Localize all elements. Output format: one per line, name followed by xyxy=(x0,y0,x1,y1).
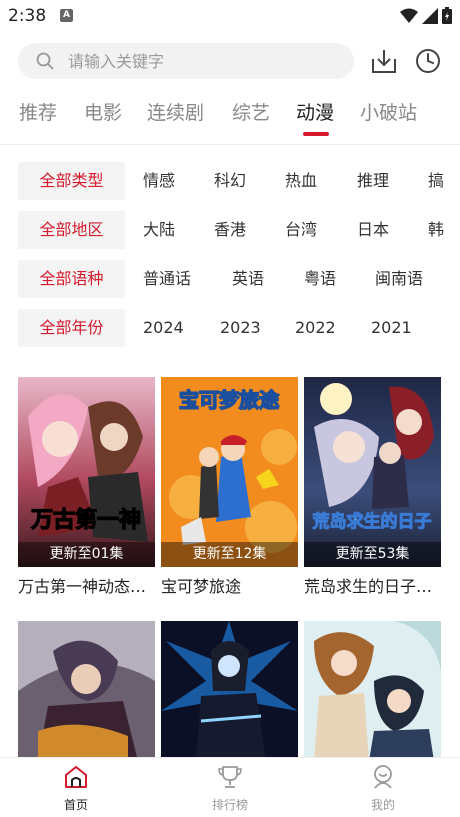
poster-image xyxy=(304,621,441,761)
nav-profile-label: 我的 xyxy=(370,798,395,812)
filter-option[interactable]: 闽南语 xyxy=(375,260,423,298)
filter-option[interactable]: 情感 xyxy=(143,162,175,200)
filter-option[interactable]: 推理 xyxy=(357,162,389,200)
search-icon xyxy=(36,52,54,70)
filter-option[interactable]: 英语 xyxy=(232,260,264,298)
anime-card[interactable]: 万古第一神 更新至01集 万古第一神动态… xyxy=(18,377,155,597)
filter-region-all[interactable]: 全部地区 xyxy=(18,211,125,249)
filter-type-all[interactable]: 全部类型 xyxy=(18,162,125,200)
filter-option[interactable]: 粤语 xyxy=(304,260,336,298)
tab-recommend[interactable]: 推荐 xyxy=(19,98,57,125)
app-notification-icon: A xyxy=(60,9,73,22)
battery-icon xyxy=(442,7,452,24)
filter-option[interactable]: 韩 xyxy=(428,211,444,249)
filter-row-year: 全部年份 2024 2023 2022 2021 xyxy=(0,309,460,347)
poster-title-text: 宝可梦旅途 xyxy=(179,388,280,412)
card-title: 宝可梦旅途 xyxy=(161,577,242,596)
filter-row-type: 全部类型 情感 科幻 热血 推理 搞 xyxy=(0,162,460,200)
nav-home[interactable]: 首页 xyxy=(36,764,116,813)
episode-badge: 更新至53集 xyxy=(304,542,441,567)
filter-option[interactable]: 搞 xyxy=(428,162,444,200)
anime-card[interactable] xyxy=(304,621,441,761)
filter-option[interactable]: 台湾 xyxy=(285,211,317,249)
poster-image: 宝可梦旅途 更新至12集 xyxy=(161,377,298,567)
filter-option[interactable]: 2022 xyxy=(295,309,336,347)
filter-option[interactable]: 普通话 xyxy=(143,260,191,298)
signal-icon xyxy=(422,7,438,24)
filter-year-all[interactable]: 全部年份 xyxy=(18,309,125,347)
card-title: 荒岛求生的日子… xyxy=(304,577,433,596)
search-input[interactable] xyxy=(68,43,338,79)
card-title: 万古第一神动态… xyxy=(18,577,147,596)
home-icon xyxy=(65,766,87,788)
status-time: 2:38 xyxy=(8,6,47,26)
anime-card[interactable]: 宝可梦旅途 更新至12集 宝可梦旅途 xyxy=(161,377,298,597)
poster-title-text: 万古第一神 xyxy=(30,507,141,533)
tab-movies[interactable]: 电影 xyxy=(84,98,122,125)
filter-option[interactable]: 2021 xyxy=(371,309,412,347)
search-box[interactable] xyxy=(18,43,354,79)
filter-option[interactable]: 2023 xyxy=(220,309,261,347)
nav-ranking[interactable]: 排行榜 xyxy=(190,764,270,813)
category-tabs: 推荐 电影 连续剧 综艺 动漫 小破站 xyxy=(0,98,460,138)
download-icon[interactable] xyxy=(370,47,398,75)
filter-option[interactable]: 热血 xyxy=(285,162,317,200)
bottom-nav: 首页 排行榜 我的 xyxy=(0,757,460,817)
divider xyxy=(0,144,460,145)
anime-card[interactable]: 荒岛求生的日子 更新至53集 荒岛求生的日子… xyxy=(304,377,441,597)
filter-option[interactable]: 大陆 xyxy=(143,211,175,249)
filter-language-all[interactable]: 全部语种 xyxy=(18,260,125,298)
status-icons xyxy=(400,7,452,24)
poster-image: 万古第一神 更新至01集 xyxy=(18,377,155,567)
poster-image xyxy=(18,621,155,761)
poster-title-text: 荒岛求生的日子 xyxy=(312,511,432,532)
episode-badge: 更新至12集 xyxy=(161,542,298,567)
filter-row-language: 全部语种 普通话 英语 粤语 闽南语 xyxy=(0,260,460,298)
anime-card[interactable] xyxy=(18,621,155,761)
poster-image: 荒岛求生的日子 更新至53集 xyxy=(304,377,441,567)
filter-option[interactable]: 2024 xyxy=(143,309,184,347)
status-bar: 2:38 A xyxy=(0,0,460,32)
filter-option[interactable]: 香港 xyxy=(214,211,246,249)
profile-icon xyxy=(374,765,392,789)
nav-home-label: 首页 xyxy=(63,798,88,812)
episode-badge: 更新至01集 xyxy=(18,542,155,567)
poster-image xyxy=(161,621,298,761)
tab-series[interactable]: 连续剧 xyxy=(147,98,204,125)
tab-bilibili[interactable]: 小破站 xyxy=(360,98,417,125)
tab-variety[interactable]: 综艺 xyxy=(232,98,270,125)
filter-option[interactable]: 日本 xyxy=(357,211,389,249)
history-icon[interactable] xyxy=(414,47,442,75)
nav-ranking-label: 排行榜 xyxy=(211,798,248,812)
filter-row-region: 全部地区 大陆 香港 台湾 日本 韩 xyxy=(0,211,460,249)
filter-option[interactable]: 科幻 xyxy=(214,162,246,200)
wifi-icon xyxy=(400,8,418,23)
tab-anime[interactable]: 动漫 xyxy=(296,98,334,125)
active-tab-indicator xyxy=(303,132,329,136)
nav-profile[interactable]: 我的 xyxy=(343,764,423,813)
trophy-icon xyxy=(218,766,242,788)
anime-card[interactable] xyxy=(161,621,298,761)
